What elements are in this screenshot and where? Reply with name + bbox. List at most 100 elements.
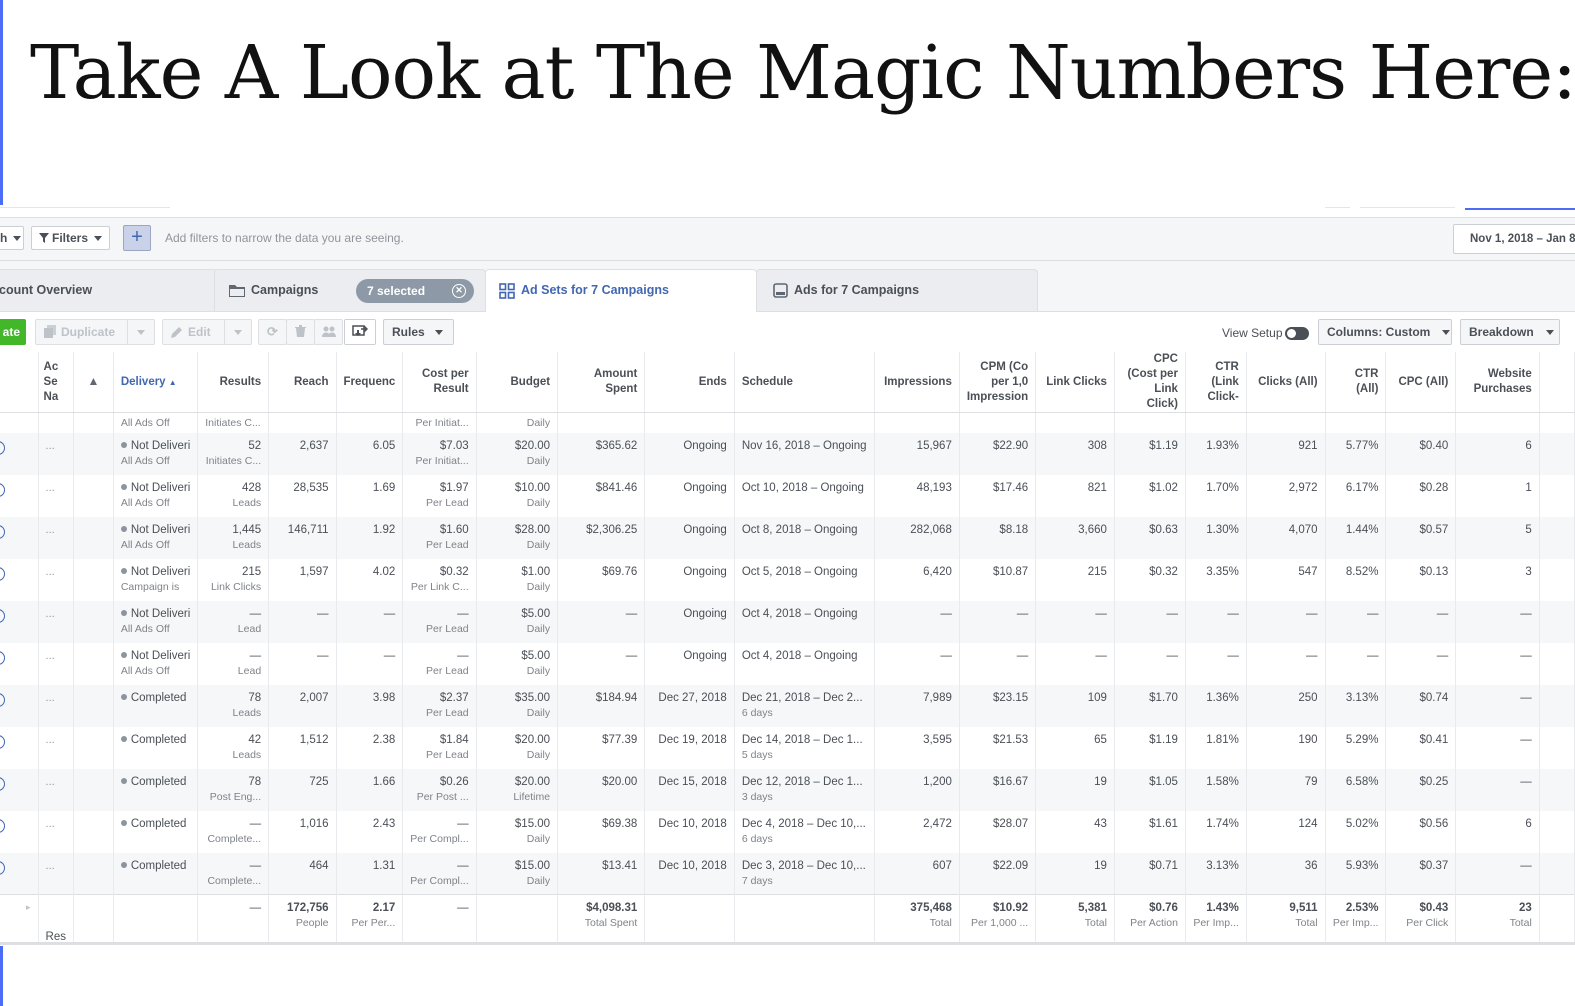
status-line: Completed (120, 692, 190, 704)
row-select-radio[interactable] (0, 734, 5, 749)
truncated-name[interactable]: ... (46, 818, 55, 830)
column-header-cpm[interactable]: CPM (Co per 1,0 Impression (959, 352, 1037, 413)
budget-sub: Daily (526, 538, 551, 551)
rules-button[interactable]: Rules (383, 319, 454, 345)
columns-dropdown[interactable]: Columns: Custom (1318, 319, 1452, 345)
table-row[interactable]: ... Not Deliveri Campaign is 215 Link Clicks… (0, 558, 1575, 601)
column-header-reach[interactable]: Reach (268, 352, 337, 413)
truncated-name[interactable]: ... (46, 566, 55, 578)
truncated-name[interactable]: ... (46, 482, 55, 494)
row-select-radio[interactable] (0, 440, 5, 455)
truncated-name[interactable]: ... (46, 734, 55, 746)
table-row[interactable]: ... Not Deliveri All Ads Off — Lead — — — Per Le… (0, 642, 1575, 685)
column-header-delivery[interactable]: Delivery ▲ (113, 352, 199, 413)
column-header-results[interactable]: Results (197, 352, 270, 413)
column-header-impressions[interactable]: Impressions (874, 352, 960, 413)
row-select-radio[interactable] (0, 566, 5, 581)
table-row[interactable]: ... Not Deliveri All Ads Off — Lead — — — Per Le… (0, 600, 1575, 643)
filters-button[interactable]: Filters (31, 226, 111, 250)
truncated-name[interactable]: ... (46, 524, 55, 536)
row-select-radio[interactable] (0, 860, 5, 875)
table-row[interactable]: ... Not Deliveri All Ads Off 428 Leads 28,535… (0, 474, 1575, 517)
row-select-radio[interactable] (0, 692, 5, 707)
truncated-name[interactable]: ... (46, 776, 55, 788)
results-sub: Leads (232, 496, 262, 509)
delete-button[interactable] (286, 319, 315, 345)
table-row[interactable]: ... Completed 78 Leads 2,007 3.98 $2.37 Per Lea… (0, 684, 1575, 727)
column-header-frequency[interactable]: Frequenc (336, 352, 404, 413)
column-header-website-purchases[interactable]: Website Purchases (1455, 352, 1540, 413)
truncated-name[interactable]: ... (46, 860, 55, 872)
row-select-radio[interactable] (0, 818, 5, 833)
row-select-radio[interactable] (0, 608, 5, 623)
edit-menu-button[interactable] (224, 320, 251, 344)
column-header-ctr-all[interactable]: CTR (All) (1325, 352, 1387, 413)
column-header-link-clicks[interactable]: Link Clicks (1035, 352, 1115, 413)
add-filter-button[interactable]: + (123, 225, 151, 251)
column-header-clicks-all[interactable]: Clicks (All) (1246, 352, 1326, 413)
cell-link-clicks: 308 (1035, 432, 1115, 475)
clear-selection-icon[interactable]: ✕ (452, 284, 466, 298)
cell-select[interactable] (0, 852, 39, 895)
cell-expand[interactable]: ▸ (0, 894, 39, 943)
breakdown-dropdown[interactable]: Breakdown (1460, 319, 1560, 345)
ends-value: Ongoing (683, 523, 727, 536)
date-range-picker[interactable]: Nov 1, 2018 – Jan 8 (1453, 224, 1575, 254)
cell-select[interactable] (0, 726, 39, 769)
search-dropdown[interactable]: h (0, 226, 24, 250)
cell-select[interactable] (0, 768, 39, 811)
website-purchases-value: 6 (1525, 817, 1532, 830)
truncated-name[interactable]: ... (46, 650, 55, 662)
table-row[interactable]: ... Completed — Complete... 464 1.31 — Per Comp… (0, 852, 1575, 895)
column-header-budget[interactable]: Budget (476, 352, 559, 413)
cell-select[interactable] (0, 600, 39, 643)
truncated-name[interactable]: ... (46, 692, 55, 704)
row-select-radio[interactable] (0, 650, 5, 665)
cell-select[interactable] (0, 558, 39, 601)
row-select-radio[interactable] (0, 776, 5, 791)
tab-ad-sets[interactable]: Ad Sets for 7 Campaigns (485, 269, 757, 312)
column-header-ends[interactable]: Ends (644, 352, 735, 413)
create-button[interactable]: ate (0, 319, 26, 345)
cell-select[interactable] (0, 516, 39, 559)
cell-results: Initiates C... (197, 412, 270, 433)
view-setup-toggle[interactable] (1285, 327, 1309, 340)
cell-select[interactable] (0, 642, 39, 685)
column-header-warnings[interactable]: ▲ (73, 352, 114, 413)
column-header-cost-per-result[interactable]: Cost per Result (402, 352, 477, 413)
table-row[interactable]: All Ads Off Initiates C... Per Initiat..… (0, 412, 1575, 433)
column-header-ad-set-name[interactable]: Ac Se Na (38, 352, 74, 413)
cell-select[interactable] (0, 810, 39, 853)
tab-account-overview[interactable]: count Overview (0, 269, 218, 311)
filter-icon (39, 233, 49, 243)
cell-select[interactable] (0, 684, 39, 727)
table-row[interactable]: ... Completed 78 Post Eng... 725 1.66 $0.26 Per… (0, 768, 1575, 811)
ends-value: Dec 10, 2018 (658, 859, 727, 872)
selected-count-pill[interactable]: 7 selected ✕ (356, 279, 474, 303)
cell-select[interactable] (0, 432, 39, 475)
table-row[interactable]: ... Not Deliveri All Ads Off 1,445 Leads 146,… (0, 516, 1575, 559)
edit-button[interactable]: Edit (162, 319, 252, 345)
row-select-radio[interactable] (0, 524, 5, 539)
export-button[interactable] (344, 319, 376, 345)
table-row[interactable]: ... Completed — Complete... 1,016 2.43 — Per Co… (0, 810, 1575, 853)
table-row[interactable]: ... Completed 42 Leads 1,512 2.38 $1.84 Per Lea… (0, 726, 1575, 769)
column-header-cpc-all[interactable]: CPC (All) (1385, 352, 1457, 413)
row-select-radio[interactable] (0, 482, 5, 497)
column-header-amount-spent[interactable]: Amount Spent (557, 352, 646, 413)
tab-ads[interactable]: Ads for 7 Campaigns (756, 269, 1038, 311)
table-row[interactable]: ... Not Deliveri All Ads Off 52 Initiates C.… (0, 432, 1575, 475)
column-header-ctr-link[interactable]: CTR (Link Click- (1185, 352, 1247, 413)
column-header-cpc-link[interactable]: CPC (Cost per Link Click) (1114, 352, 1186, 413)
cell-budget: $15.00 Daily (476, 810, 559, 853)
truncated-name[interactable]: ... (46, 608, 55, 620)
ab-test-button[interactable] (314, 319, 343, 345)
filter-bar: h Filters + Add filters to narrow the da… (0, 218, 1575, 261)
cell-select[interactable] (0, 474, 39, 517)
impressions-value: 2,472 (923, 817, 952, 830)
toggle-status-button[interactable]: ⟳ (258, 319, 287, 345)
column-header-schedule[interactable]: Schedule (734, 352, 875, 413)
duplicate-menu-button[interactable] (127, 320, 154, 344)
truncated-name[interactable]: ... (46, 440, 55, 452)
duplicate-button[interactable]: Duplicate (35, 319, 155, 345)
